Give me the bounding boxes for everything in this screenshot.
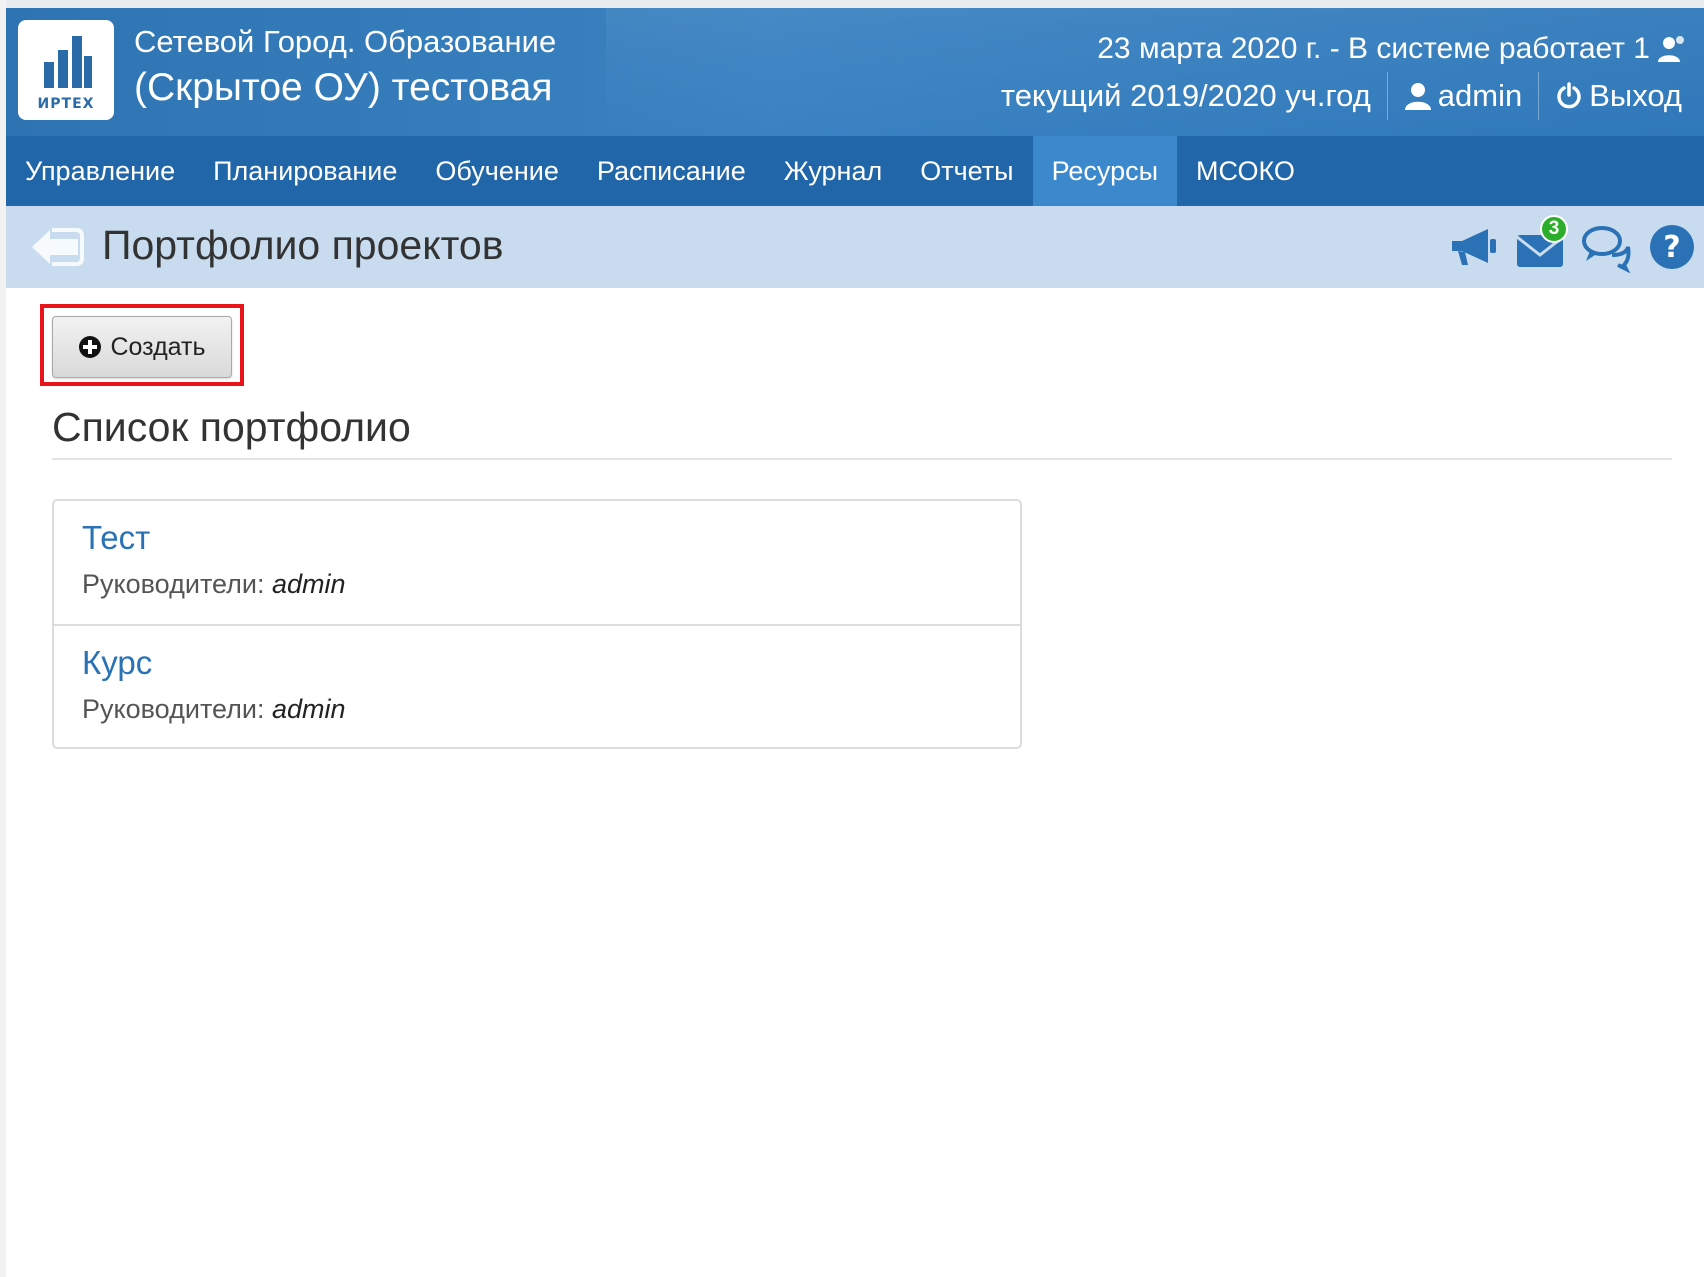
portfolio-title-link[interactable]: Тест (82, 519, 150, 557)
leader-name: admin (271, 569, 346, 599)
section-divider (52, 458, 1672, 460)
nav-item-schedule[interactable]: Расписание (578, 136, 765, 206)
back-icon[interactable] (28, 224, 84, 270)
logo-bars-icon (44, 36, 92, 88)
nav-item-reports[interactable]: Отчеты (901, 136, 1032, 206)
create-button[interactable]: Создать (52, 316, 232, 378)
megaphone-icon[interactable] (1448, 221, 1500, 273)
school-year-label: текущий 2019/2020 уч.год (1000, 78, 1371, 113)
portfolio-title-link[interactable]: Курс (82, 644, 152, 682)
irtech-logo[interactable]: ИРТЕХ (18, 20, 114, 120)
school-year-selector[interactable]: текущий 2019/2020 уч.год (985, 70, 1387, 122)
nav-item-management[interactable]: Управление (6, 136, 194, 206)
nav-item-education[interactable]: Обучение (416, 136, 577, 206)
user-bar: текущий 2019/2020 уч.год admin Выход (985, 70, 1698, 122)
nav-item-resources[interactable]: Ресурсы (1032, 136, 1178, 206)
nav-item-journal[interactable]: Журнал (765, 136, 902, 206)
leader-name: admin (271, 694, 346, 724)
online-users-icon[interactable] (1656, 34, 1686, 64)
mail-unread-badge: 3 (1540, 215, 1568, 243)
power-icon (1557, 82, 1581, 109)
chat-icon[interactable] (1580, 221, 1632, 274)
portfolio-leaders: Руководители: admin (82, 569, 346, 600)
user-profile-link[interactable]: admin (1388, 70, 1538, 122)
online-status-text: 23 марта 2020 г. - В системе работает 1 (1097, 32, 1650, 65)
svg-text:?: ? (1663, 230, 1680, 265)
logout-button[interactable]: Выход (1539, 70, 1698, 122)
logout-label: Выход (1589, 78, 1682, 113)
nav-item-msoko[interactable]: МСОКО (1177, 136, 1314, 206)
leaders-label: Руководители: (82, 569, 265, 599)
main-nav: Управление Планирование Обучение Расписа… (6, 136, 1704, 206)
logo-text: ИРТЕХ (37, 96, 95, 112)
portfolio-item: Курс Руководители: admin (54, 624, 1020, 747)
nav-item-planning[interactable]: Планирование (194, 136, 416, 206)
leaders-label: Руководители: (82, 694, 265, 724)
app-title: Сетевой Город. Образование (134, 24, 557, 59)
title-toolbar: 3 ? (1448, 215, 1698, 274)
username: admin (1437, 78, 1523, 113)
help-icon[interactable]: ? (1646, 221, 1698, 273)
app-header: ИРТЕХ Сетевой Город. Образование (Скрыто… (6, 8, 1704, 136)
portfolio-leaders: Руководители: admin (82, 694, 346, 725)
page-title: Портфолио проектов (102, 222, 504, 268)
portfolio-list: Тест Руководители: admin Курс Руководите… (52, 499, 1022, 749)
portfolio-item: Тест Руководители: admin (54, 501, 1020, 624)
school-name: (Скрытое ОУ) тестовая (134, 66, 553, 109)
mail-icon[interactable]: 3 (1514, 215, 1568, 273)
portfolio-list-heading: Список портфолио (52, 404, 411, 450)
plus-circle-icon (79, 336, 102, 358)
page-title-bar: Портфолио проектов 3 ? (6, 206, 1704, 288)
create-button-label: Создать (110, 332, 206, 361)
user-icon (1404, 83, 1431, 110)
online-status: 23 марта 2020 г. - В системе работает 1 (1097, 32, 1686, 66)
